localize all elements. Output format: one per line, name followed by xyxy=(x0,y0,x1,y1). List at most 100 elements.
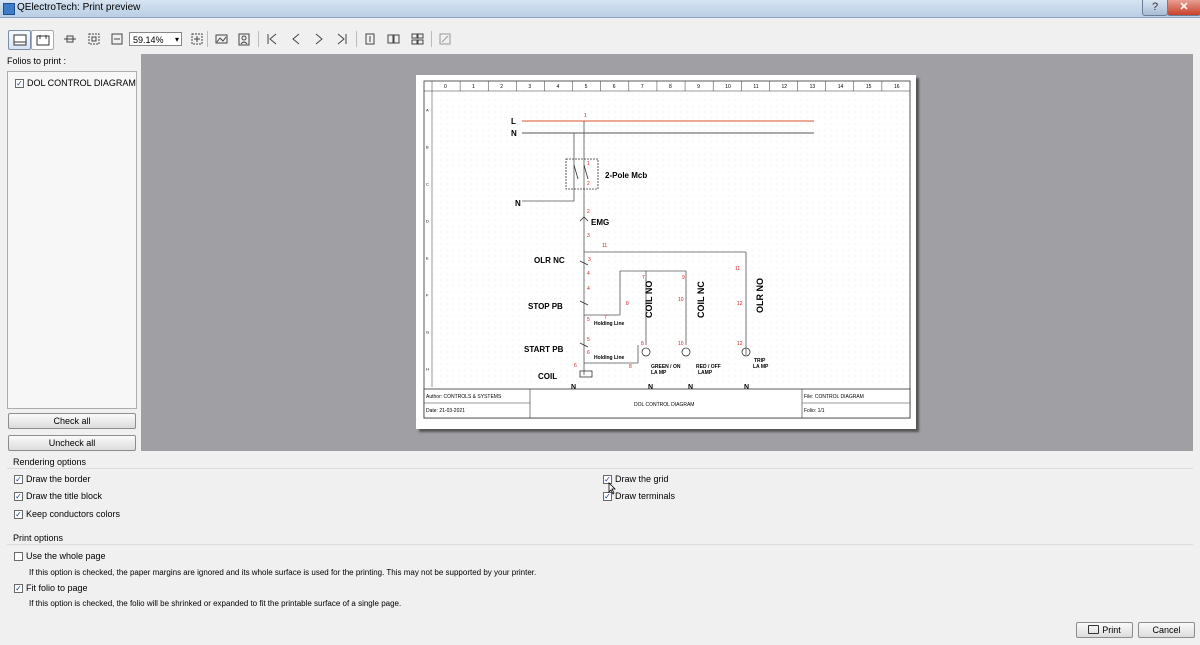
portrait-icon xyxy=(238,33,250,45)
next-page-button[interactable] xyxy=(312,30,326,48)
zoom-out-icon xyxy=(111,33,123,45)
draw-grid-label: Draw the grid xyxy=(615,474,669,484)
row-header-label: C xyxy=(426,182,429,187)
window-titlebar: QElectroTech: Print preview ? ✕ xyxy=(0,0,1200,18)
label-n-left: N xyxy=(515,199,521,208)
column-header-label: 4 xyxy=(557,84,560,90)
wire-number: 2 xyxy=(587,209,590,215)
first-page-button[interactable] xyxy=(265,30,279,48)
overview-icon xyxy=(411,33,423,45)
fit-folio-option[interactable]: ✓ Fit folio to page xyxy=(14,583,88,593)
chevron-left-icon xyxy=(292,33,300,45)
keep-colors-label: Keep conductors colors xyxy=(26,509,121,519)
facing-pages-button[interactable] xyxy=(386,30,400,48)
last-page-button[interactable] xyxy=(335,30,349,48)
wire-number: 6 xyxy=(587,350,590,356)
keep-colors-checkbox[interactable]: ✓ xyxy=(14,509,23,519)
wire-number: 3 xyxy=(588,257,591,263)
row-header-label: G xyxy=(426,330,429,335)
wire-number: 8 xyxy=(641,341,644,347)
title-block-file: File: CONTROL DIAGRAM xyxy=(804,394,864,400)
row-header-label: B xyxy=(426,145,429,150)
fit-page-icon xyxy=(88,33,100,45)
chevron-down-icon[interactable]: ▾ xyxy=(175,33,179,47)
toolbar-separator xyxy=(431,31,432,47)
whole-page-description: If this option is checked, the paper mar… xyxy=(29,568,537,577)
app-icon xyxy=(3,3,15,15)
check-all-button[interactable]: Check all xyxy=(8,413,136,429)
zoom-combobox[interactable]: 59.14% ▾ xyxy=(129,32,182,46)
whole-page-label: Use the whole page xyxy=(26,551,106,561)
cancel-button[interactable]: Cancel xyxy=(1138,622,1195,638)
draw-title-block-option[interactable]: ✓ Draw the title block xyxy=(14,491,102,501)
last-page-icon xyxy=(337,33,347,45)
draw-border-checkbox[interactable]: ✓ xyxy=(14,474,23,484)
help-button[interactable]: ? xyxy=(1142,0,1168,16)
page-setup-disabled-button[interactable] xyxy=(438,30,452,48)
column-header-label: 3 xyxy=(528,84,531,90)
group-divider xyxy=(7,468,1193,469)
wire-number: 5 xyxy=(587,317,590,323)
wire-number: 6 xyxy=(574,363,577,369)
close-button[interactable]: ✕ xyxy=(1167,0,1200,16)
wire-number: 10 xyxy=(678,341,684,347)
folio-item[interactable]: ✓ DOL CONTROL DIAGRAM xyxy=(15,78,136,88)
keep-colors-option[interactable]: ✓ Keep conductors colors xyxy=(14,509,120,519)
fit-folio-checkbox[interactable]: ✓ xyxy=(14,583,23,593)
label-red-lamp-2: LAMP xyxy=(698,370,713,376)
wire-number: 11 xyxy=(602,243,607,249)
column-header-label: 7 xyxy=(641,84,644,90)
single-page-view-button[interactable] xyxy=(8,30,31,50)
single-page-mode-button[interactable] xyxy=(363,30,377,48)
fit-folio-description: If this option is checked, the folio wil… xyxy=(29,599,402,608)
prev-page-button[interactable] xyxy=(289,30,303,48)
fit-width-icon xyxy=(64,35,76,43)
zoom-in-button[interactable] xyxy=(190,30,204,48)
label-holding-line-2: Holding Line xyxy=(594,355,624,361)
column-header-label: 16 xyxy=(894,84,900,90)
draw-title-block-checkbox[interactable]: ✓ xyxy=(14,491,23,501)
landscape-button[interactable] xyxy=(214,30,228,48)
column-header-label: 9 xyxy=(697,84,700,90)
wire-number: 10 xyxy=(678,297,684,303)
column-header-label: 2 xyxy=(500,84,503,90)
rendering-options-label: Rendering options xyxy=(13,457,87,467)
schematic-diagram: 0 1 2 3 4 5 6 7 8 9 10 11 12 13 14 15 16 ABCDEFGH L N 1 … xyxy=(423,80,911,419)
column-header-label: 12 xyxy=(781,84,787,90)
fit-width-button[interactable] xyxy=(63,30,77,48)
toolbar-separator xyxy=(356,31,357,47)
print-label: Print xyxy=(1102,625,1121,635)
whole-page-option[interactable]: Use the whole page xyxy=(14,551,106,561)
title-block-title: DOL CONTROL DIAGRAM xyxy=(634,402,694,408)
window-title: QElectroTech: Print preview xyxy=(17,2,141,13)
folio-list[interactable]: ✓ DOL CONTROL DIAGRAM xyxy=(7,71,137,409)
page-setup-button[interactable] xyxy=(31,30,54,50)
row-header-label: D xyxy=(426,219,429,224)
label-coil: COIL xyxy=(538,372,557,381)
preview-page: 0 1 2 3 4 5 6 7 8 9 10 11 12 13 14 15 16 ABCDEFGH L N 1 … xyxy=(416,75,916,429)
zoom-out-button[interactable] xyxy=(110,30,124,48)
wire-number: 9 xyxy=(682,275,685,281)
overview-button[interactable] xyxy=(410,30,424,48)
column-header-label: 11 xyxy=(753,84,758,90)
label-mcb: 2-Pole Mcb xyxy=(605,171,647,180)
folio-checkbox[interactable]: ✓ xyxy=(15,78,24,88)
print-button[interactable]: Print xyxy=(1076,622,1133,638)
draw-terminals-label: Draw terminals xyxy=(615,491,676,501)
portrait-button[interactable] xyxy=(237,30,251,48)
printer-icon xyxy=(1088,625,1100,634)
wire-number: 4 xyxy=(587,271,590,277)
row-header-label: F xyxy=(426,293,429,298)
toolbar-separator xyxy=(258,31,259,47)
row-header-label: A xyxy=(426,108,429,113)
chevron-right-icon xyxy=(315,33,323,45)
label-l: L xyxy=(511,117,516,126)
column-header-label: 5 xyxy=(585,84,588,90)
whole-page-checkbox[interactable] xyxy=(14,551,23,561)
draw-border-option[interactable]: ✓ Draw the border xyxy=(14,474,91,484)
uncheck-all-button[interactable]: Uncheck all xyxy=(8,435,136,451)
fit-page-button[interactable] xyxy=(87,30,101,48)
label-n: N xyxy=(511,129,517,138)
column-header-label: 13 xyxy=(810,84,816,90)
column-header-label: 10 xyxy=(725,84,731,90)
